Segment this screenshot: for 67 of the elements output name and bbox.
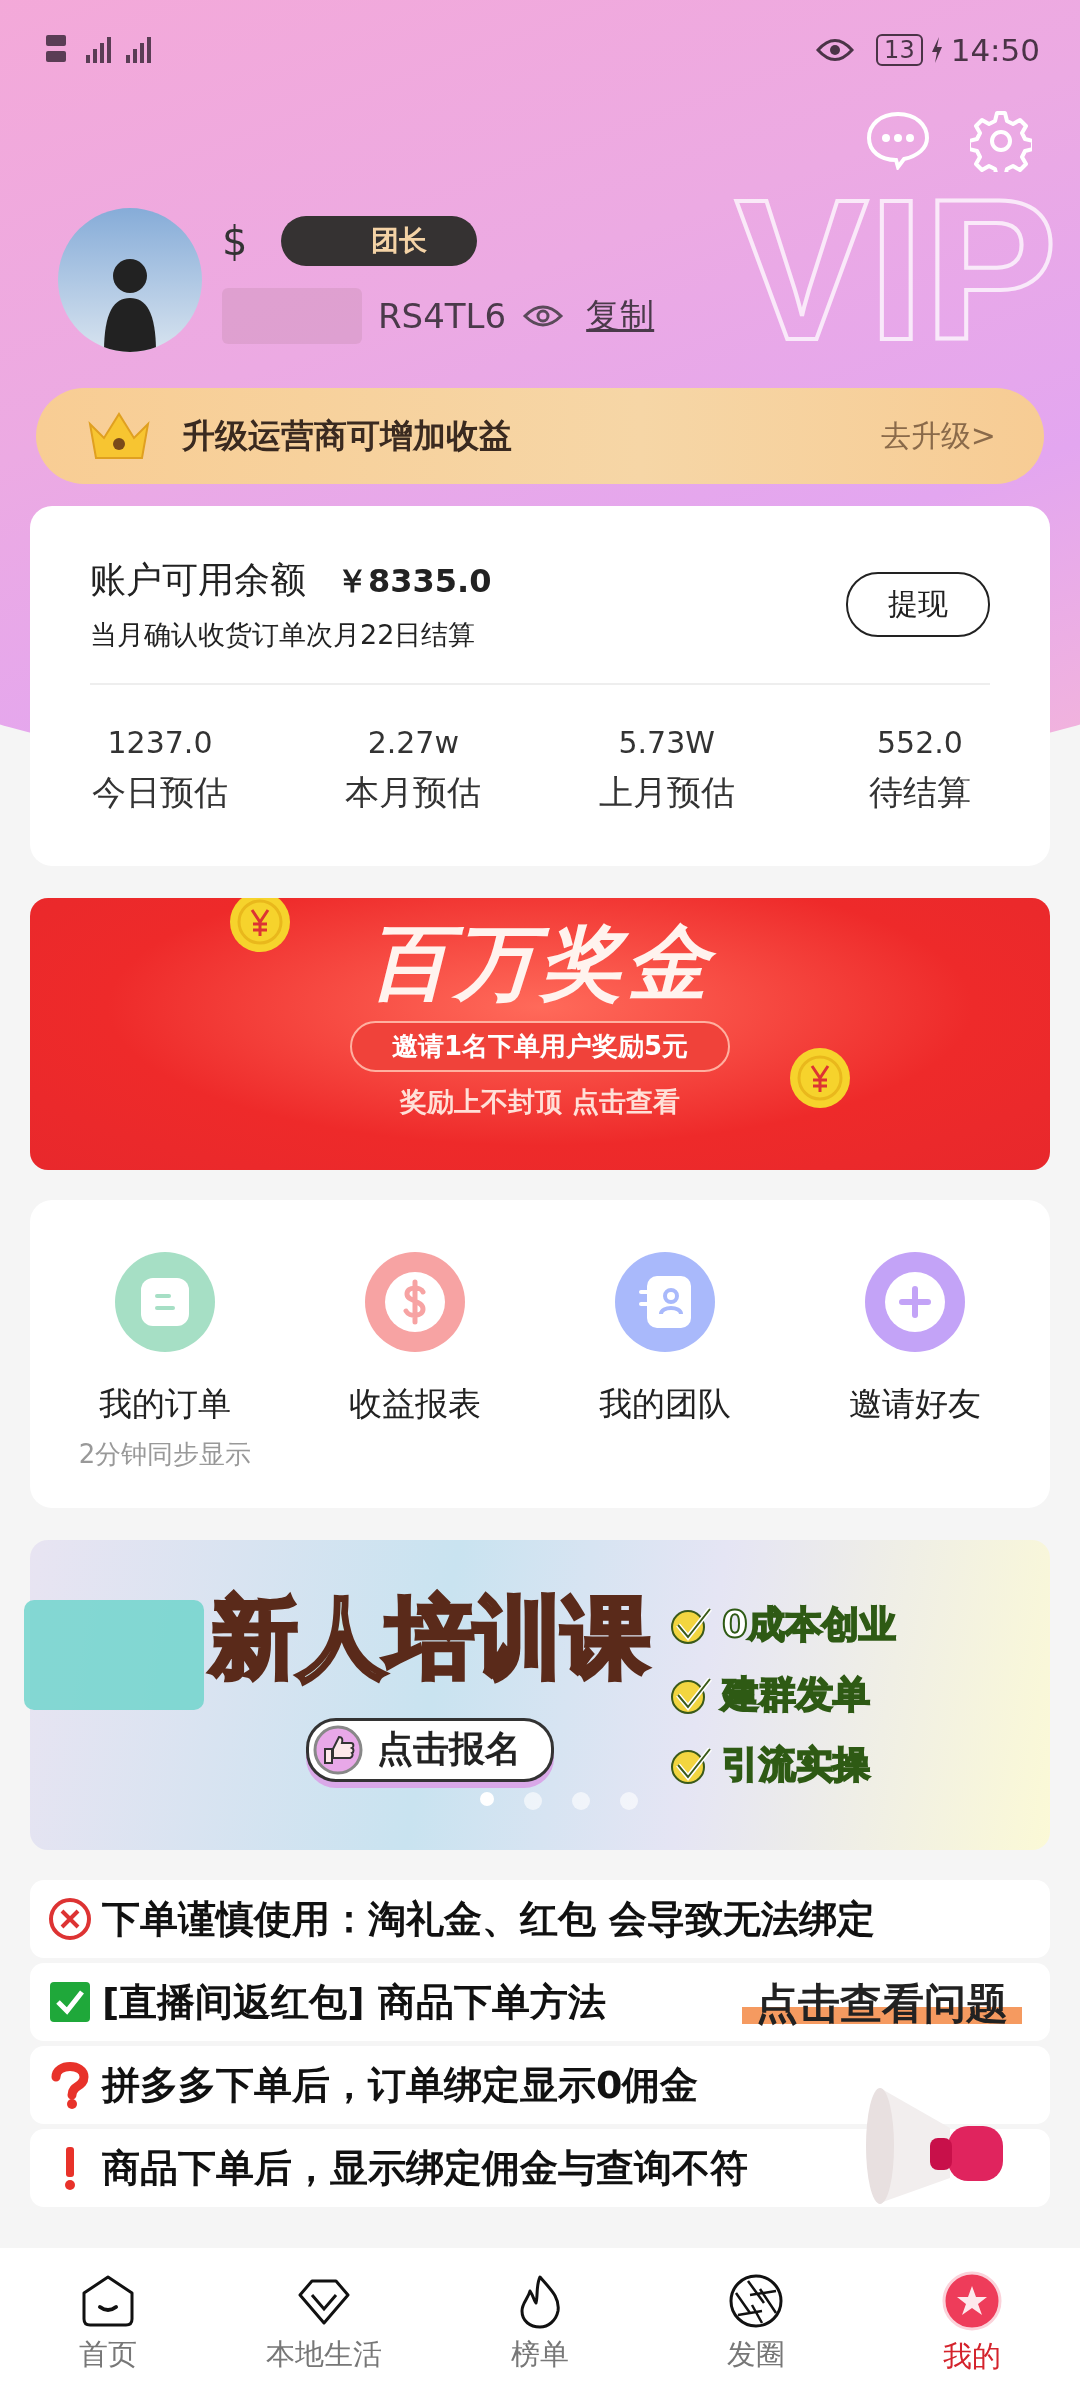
stat-value: 1237.0 [107, 725, 213, 760]
stat-value: 5.73W [618, 725, 715, 760]
tab-item[interactable]: 首页 [8, 2273, 208, 2375]
tab-item[interactable]: 我的 [872, 2271, 1072, 2377]
notice-row[interactable]: 商品下单后，显示绑定佣金与查询不符 [30, 2129, 1050, 2207]
rank-badge: 团长 [281, 216, 478, 266]
chat-icon[interactable] [866, 110, 930, 170]
eye-icon [816, 37, 855, 63]
carousel-dot[interactable] [524, 1792, 542, 1810]
check-icon [670, 1605, 714, 1645]
balance-label: 账户可用余额 [90, 558, 306, 602]
charging-icon [930, 37, 943, 63]
exclamation-icon [65, 2146, 75, 2190]
training-point: 引流实操 [722, 1742, 870, 1788]
check-icon [670, 1745, 714, 1785]
promo-subline: 奖励上不封顶 点击查看 [400, 1084, 680, 1119]
tab-item[interactable]: 发圈 [656, 2273, 856, 2375]
carousel-dot[interactable] [572, 1792, 590, 1810]
battery-level: 13 [876, 34, 923, 66]
balance-amount: ￥8335.0 [336, 561, 492, 602]
training-point: 0成本创业 [722, 1602, 896, 1648]
menu-label[interactable]: 收益报表 [349, 1382, 481, 1427]
promo-banner[interactable]: 百万奖金 邀请1名下单用户奖励5元 奖励上不封顶 点击查看 [30, 898, 1050, 1170]
stat-label: 本月预估 [345, 771, 482, 814]
notice-row[interactable]: 下单谨慎使用：淘礼金、红包 会导致无法绑定 [30, 1880, 1050, 1958]
notice-row[interactable]: 拼多多下单后，订单绑定显示0佣金 [30, 2046, 1050, 2124]
training-point: 建群发单 [722, 1672, 870, 1718]
settlement-note: 当月确认收货订单次月22日结算 [90, 618, 477, 652]
menu-label[interactable]: 邀请好友 [849, 1382, 981, 1427]
notice-text: 下单谨慎使用：淘礼金、红包 会导致无法绑定 [102, 1895, 876, 1943]
upgrade-text: 升级运营商可增加收益 [182, 414, 513, 457]
withdraw-button[interactable]: 提现 [846, 572, 990, 637]
promo-pill: 邀请1名下单用户奖励5元 [349, 1020, 731, 1072]
star-badge-icon [942, 2271, 1002, 2331]
notice-text: 商品下单后，显示绑定佣金与查询不符 [102, 2144, 748, 2192]
notice-text: 拼多多下单后，订单绑定显示0佣金 [102, 2061, 699, 2109]
notice-text: [直播间返红包] 商品下单方法 [102, 1978, 606, 2026]
settings-icon[interactable] [970, 110, 1032, 172]
thumbs-up-icon [313, 1724, 363, 1775]
status-time: 14:50 [950, 32, 1040, 68]
copy-link[interactable]: 复制 [586, 293, 655, 339]
stat-value: 552.0 [877, 725, 963, 760]
promo-headline: 百万奖金 [344, 912, 736, 1015]
coin-icon [230, 898, 290, 952]
menu-note: 2分钟同步显示 [78, 1438, 252, 1471]
stat-label: 上月预估 [598, 771, 735, 814]
cross-circle-icon [48, 1897, 92, 1941]
plus-icon [883, 1270, 947, 1334]
tab-item[interactable]: 榜单 [440, 2273, 640, 2375]
vip-watermark: VIP [735, 170, 1058, 370]
coin-icon [790, 1048, 850, 1108]
home-icon [80, 2273, 136, 2329]
currency-symbol: $ [222, 218, 248, 264]
checkmark-icon [48, 1980, 92, 2024]
dollar-icon [383, 1270, 447, 1334]
invite-code: RS4TL6 [378, 296, 507, 336]
tab-item[interactable]: 本地生活 [224, 2273, 424, 2375]
stat-label: 待结算 [869, 771, 971, 814]
stat-value: 2.27w [367, 725, 459, 760]
carousel-dot[interactable] [480, 1792, 494, 1806]
aperture-icon [728, 2273, 784, 2329]
stat-label: 今日预估 [92, 771, 228, 814]
menu-label[interactable]: 我的订单 [99, 1382, 231, 1427]
menu-label[interactable]: 我的团队 [599, 1382, 731, 1427]
check-icon [670, 1675, 714, 1715]
training-headline: 新人培训课 [210, 1584, 650, 1691]
upgrade-banner[interactable]: 升级运营商可增加收益 去升级> [36, 388, 1044, 484]
